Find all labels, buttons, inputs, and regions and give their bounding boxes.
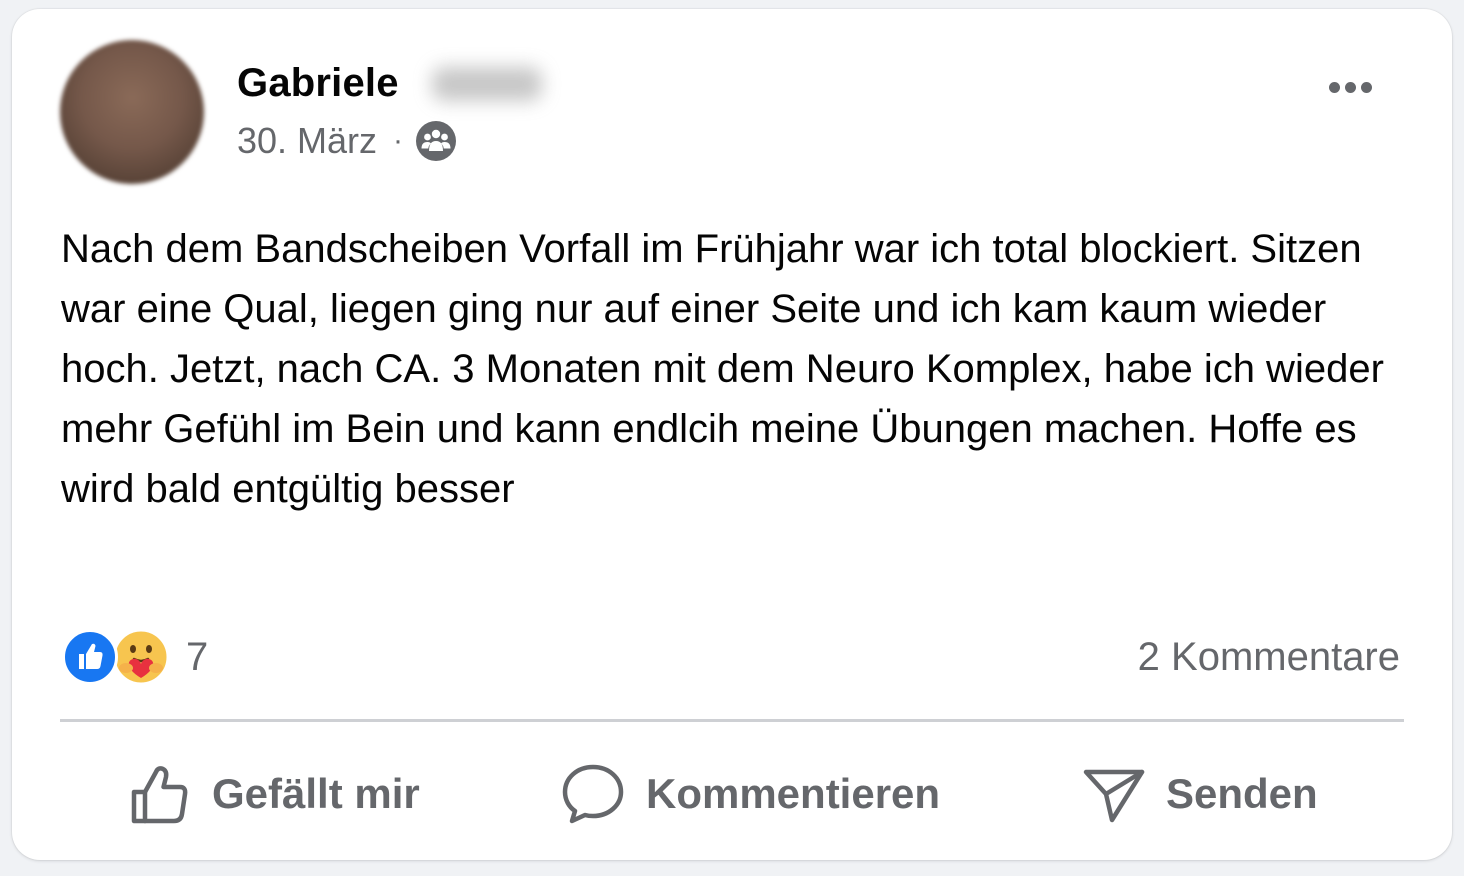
reactions-summary[interactable]: 7 [62, 627, 208, 687]
send-button[interactable]: Senden [1082, 749, 1318, 839]
reaction-count: 7 [186, 634, 209, 679]
like-label: Gefällt mir [212, 770, 420, 817]
thumbs-up-icon [128, 762, 192, 826]
more-dot-icon [1328, 81, 1340, 93]
author-name[interactable]: Gabriele [237, 59, 399, 107]
action-bar: Gefällt mir Kommentieren Senden [60, 749, 1404, 839]
meta-separator: · [393, 124, 404, 157]
like-icon [62, 629, 118, 685]
comment-label: Kommentieren [646, 770, 941, 817]
author-surname-redacted [432, 67, 542, 101]
post-card: Gabriele 30. März · Nach dem Bandscheibe… [12, 9, 1452, 860]
send-icon [1082, 762, 1146, 826]
group-icon[interactable] [415, 120, 457, 162]
care-icon [112, 628, 170, 686]
author-avatar[interactable] [60, 40, 204, 184]
post-date[interactable]: 30. März [237, 120, 377, 162]
like-button[interactable]: Gefällt mir [128, 749, 420, 839]
more-dot-icon [1344, 81, 1356, 93]
comment-button[interactable]: Kommentieren [560, 749, 940, 839]
more-options-button[interactable] [1318, 67, 1382, 107]
send-label: Senden [1166, 770, 1318, 817]
comment-bubble-icon [560, 762, 626, 826]
post-meta: 30. März · [237, 117, 457, 165]
more-dot-icon [1360, 81, 1372, 93]
post-text: Nach dem Bandscheiben Vorfall im Frühjah… [61, 227, 1384, 511]
divider [60, 719, 1404, 722]
comments-count-link[interactable]: 2 Kommentare [1138, 629, 1400, 685]
